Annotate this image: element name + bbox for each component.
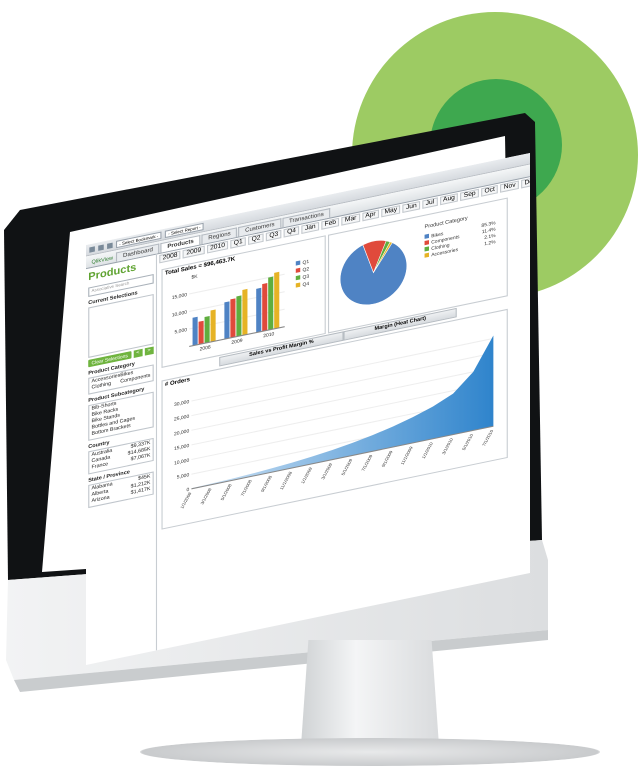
main-area: 2008 2009 2010 Q1 Q2 Q3 Q4 Jan Feb Mar A… <box>157 174 530 651</box>
x-tick-label: 3/1/2008 <box>200 487 213 505</box>
legend-swatch <box>295 275 301 281</box>
x-tick-label: 1/1/2009 <box>300 466 313 484</box>
bar[interactable] <box>256 287 262 333</box>
legend-swatch <box>295 282 301 288</box>
x-tick-label: 11/1/2008 <box>279 470 293 490</box>
legend-swatch <box>424 246 430 252</box>
x-tick-label: 2010 <box>263 331 274 339</box>
y-tick-label: 25,000 <box>174 414 190 423</box>
y-tick-label: 30,000 <box>174 399 190 408</box>
legend-swatch <box>295 267 301 273</box>
x-tick-label: 3/1/2009 <box>320 462 333 480</box>
bar[interactable] <box>198 320 204 345</box>
x-tick-label: 9/1/2009 <box>381 450 394 468</box>
bar[interactable] <box>274 271 280 329</box>
month-apr[interactable]: Apr <box>361 209 379 222</box>
legend-label: Q2 <box>303 266 310 273</box>
legend-swatch <box>424 252 430 258</box>
month-sep[interactable]: Sep <box>460 188 479 202</box>
year-2008[interactable]: 2008 <box>159 250 181 264</box>
month-may[interactable]: May <box>381 205 401 218</box>
quarter-q1[interactable]: Q1 <box>230 237 247 249</box>
toolbar-icon[interactable] <box>107 242 113 249</box>
bar[interactable] <box>236 295 242 337</box>
x-tick-label: 5/1/2009 <box>340 458 353 476</box>
y-tick-label: 20,000 <box>174 428 190 437</box>
legend-label: Q4 <box>303 281 310 288</box>
x-tick-label: 1/1/2008 <box>179 491 192 509</box>
toolbar-icon[interactable] <box>89 245 95 253</box>
x-tick-label: 7/1/2008 <box>240 479 253 497</box>
x-tick-label: 7/1/2009 <box>361 454 374 472</box>
toolbar-icon[interactable] <box>98 243 104 251</box>
bar[interactable] <box>210 309 216 343</box>
pie-legend-title: Product Category <box>425 216 468 231</box>
x-tick-label: 5/1/2010 <box>461 433 474 451</box>
month-aug[interactable]: Aug <box>439 193 459 206</box>
month-mar[interactable]: Mar <box>341 213 360 226</box>
bar[interactable] <box>242 288 248 336</box>
legend-swatch <box>424 240 430 246</box>
quarter-q2[interactable]: Q2 <box>248 233 264 245</box>
month-oct[interactable]: Oct <box>481 184 499 197</box>
y-tick-label: 5,000 <box>175 327 188 335</box>
month-jul[interactable]: Jul <box>422 197 438 209</box>
x-tick-label: 1/1/2010 <box>421 441 434 459</box>
bar[interactable] <box>204 315 210 344</box>
month-dec[interactable]: Dec <box>521 176 530 189</box>
y-tick-label: 15,000 <box>172 292 188 301</box>
x-tick-label: 11/1/2009 <box>400 445 414 465</box>
y-tick-label: 10,000 <box>172 310 188 319</box>
year-2010[interactable]: 2010 <box>206 240 229 254</box>
bar[interactable] <box>224 301 230 340</box>
y-tick-label: 5,000 <box>177 472 190 480</box>
month-jun[interactable]: Jun <box>402 200 421 213</box>
quarter-q4[interactable]: Q4 <box>283 225 300 238</box>
month-nov[interactable]: Nov <box>500 180 519 193</box>
legend-swatch <box>295 260 301 266</box>
month-feb[interactable]: Feb <box>321 217 340 230</box>
y-tick-label: 15,000 <box>174 443 190 452</box>
legend-label: Q3 <box>303 274 310 281</box>
sidebar: Products Associative Search Current Sele… <box>86 253 158 665</box>
x-tick-label: 9/1/2008 <box>260 475 273 493</box>
y-tick-label: 10,000 <box>174 458 190 467</box>
x-tick-label: 5/1/2008 <box>220 483 233 501</box>
bar[interactable] <box>192 316 198 346</box>
x-tick-label: 2009 <box>231 338 242 346</box>
y-axis-label: $K <box>192 274 199 281</box>
quarter-q3[interactable]: Q3 <box>266 229 282 242</box>
x-tick-label: 2008 <box>200 344 211 352</box>
legend-swatch <box>424 233 430 239</box>
month-jan[interactable]: Jan <box>301 221 319 234</box>
bar[interactable] <box>230 298 236 338</box>
x-tick-label: 7/1/2010 <box>481 429 494 447</box>
monitor-stand-base <box>140 738 600 766</box>
x-tick-label: 3/1/2010 <box>441 437 454 455</box>
back-arrow-icon[interactable]: < <box>133 348 143 359</box>
year-2009[interactable]: 2009 <box>183 245 205 259</box>
forward-arrow-icon[interactable]: > <box>144 346 154 356</box>
legend-label: Q1 <box>303 259 310 266</box>
bar[interactable] <box>262 283 268 332</box>
bar[interactable] <box>268 276 274 331</box>
